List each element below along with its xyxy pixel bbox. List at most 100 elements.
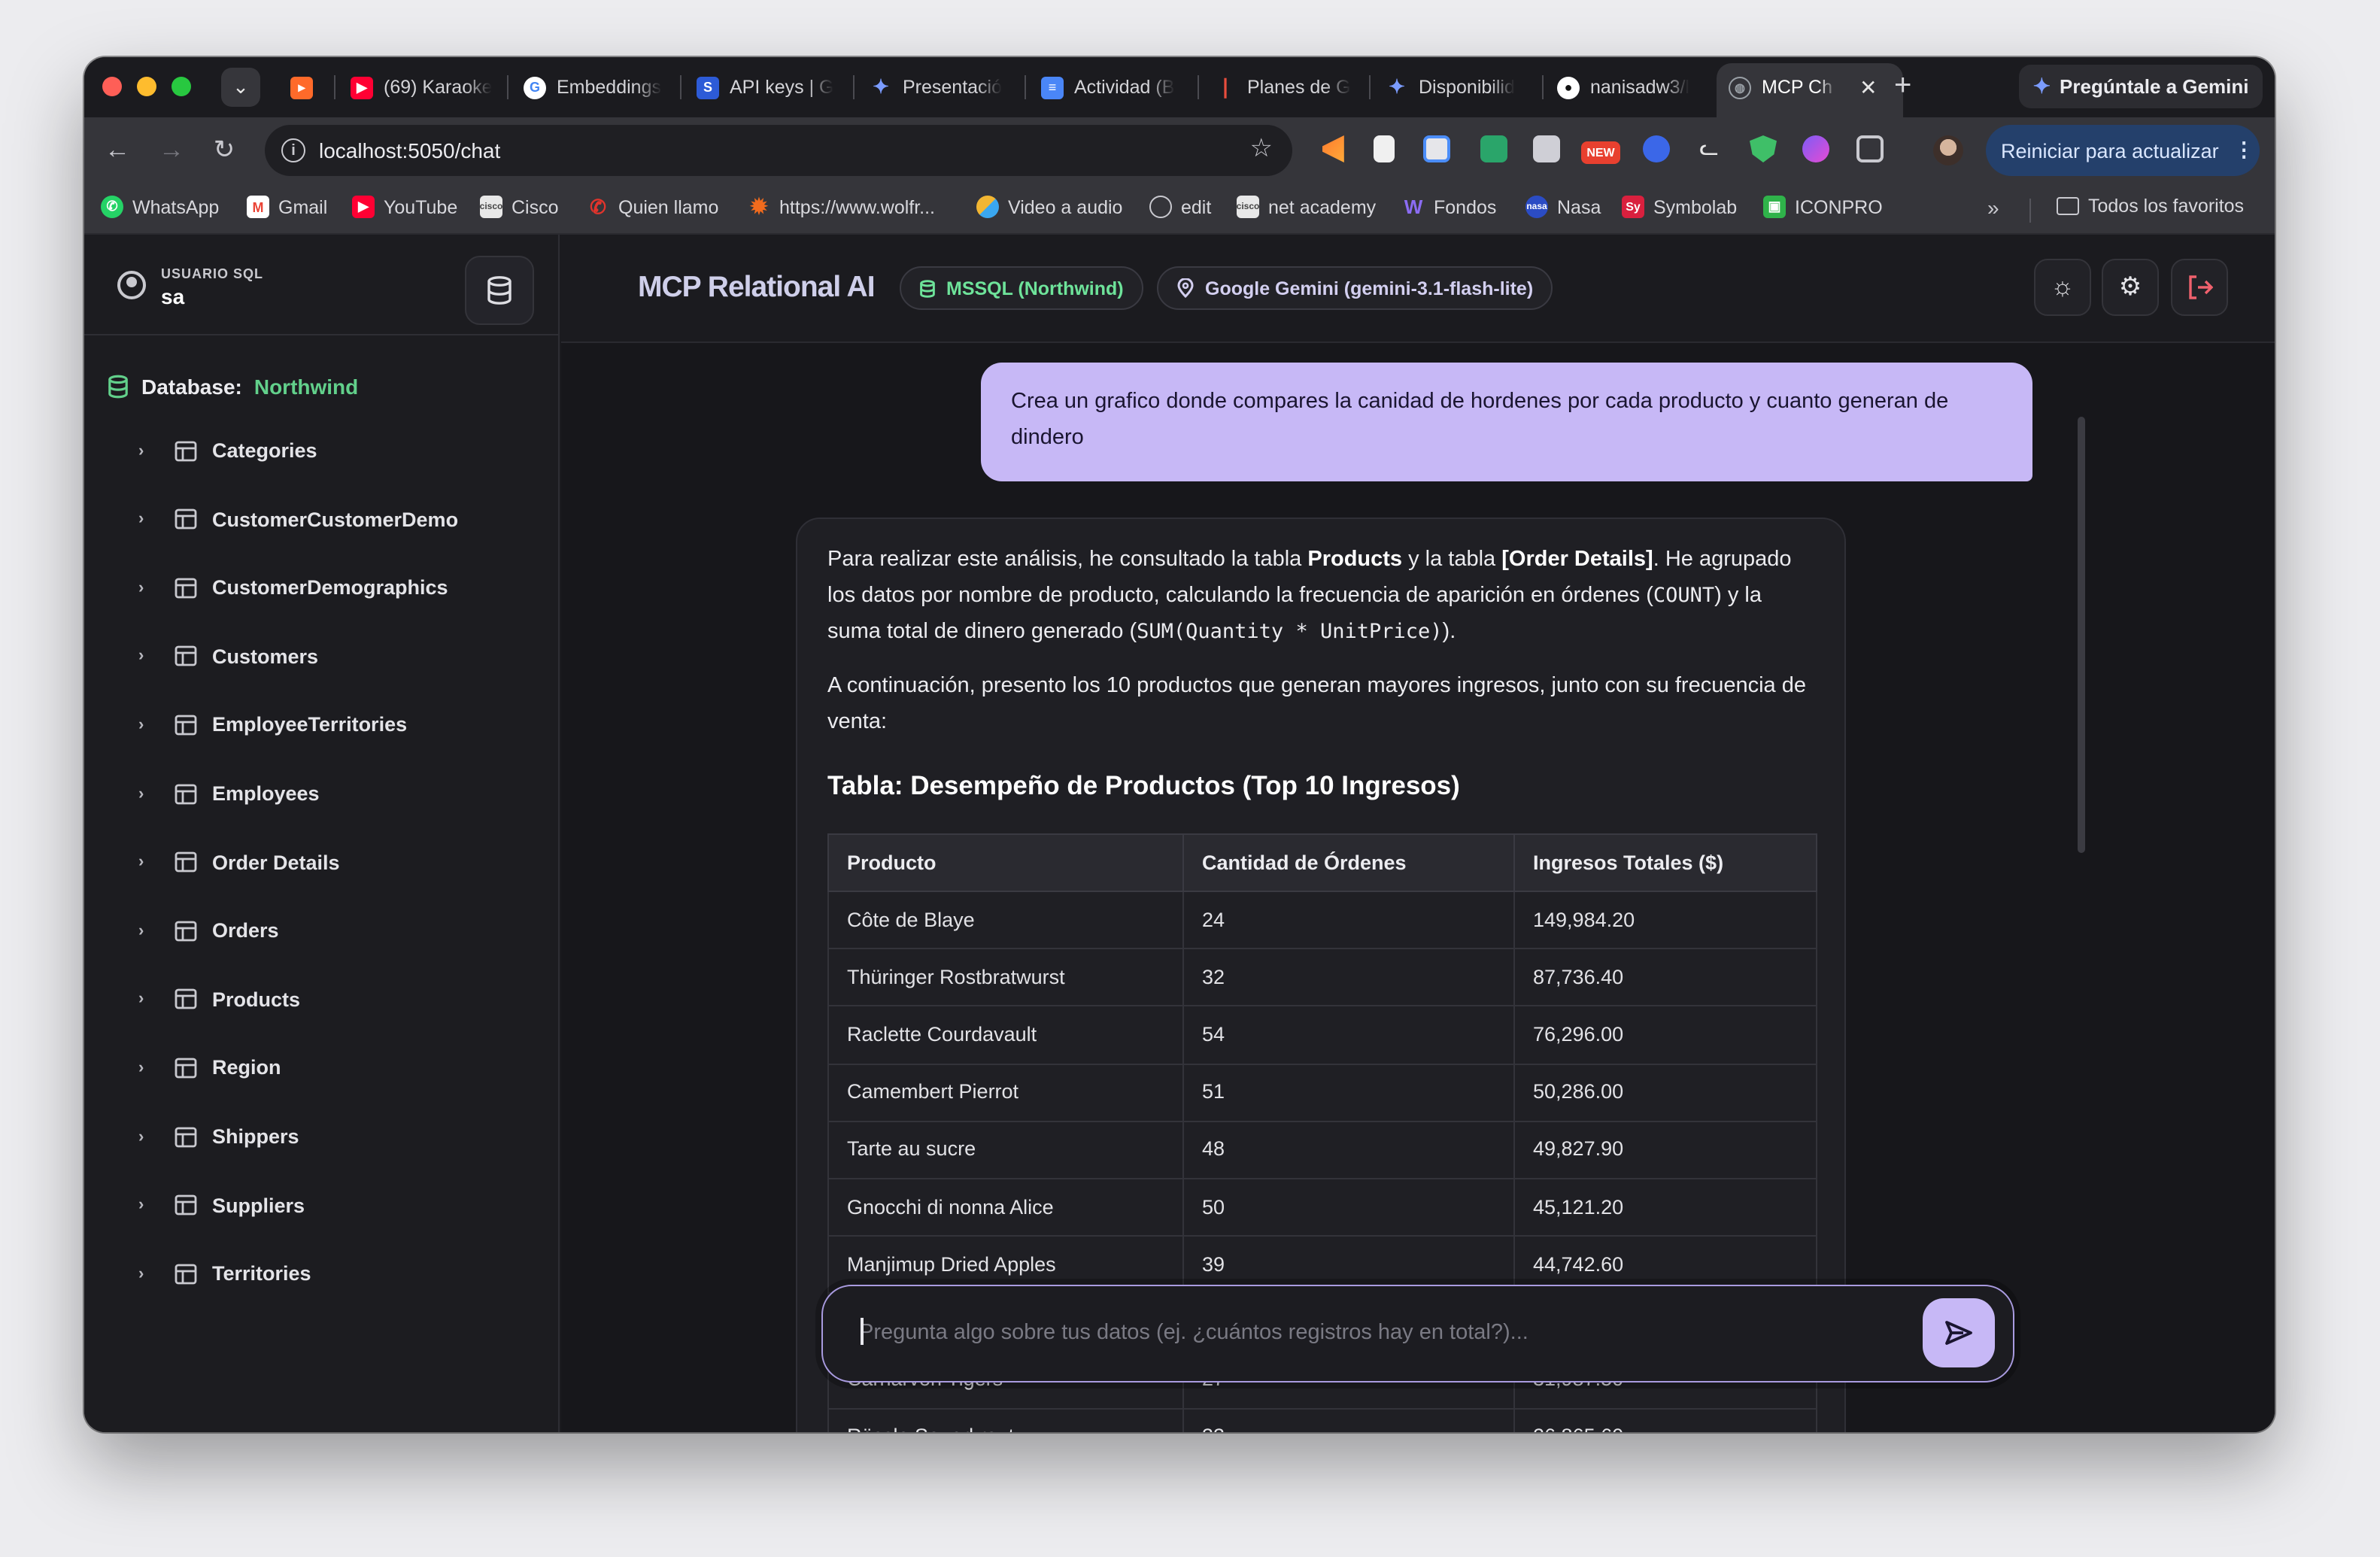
table-row: Camembert Pierrot 51 50,286.00	[827, 1063, 1817, 1122]
extension-doc-icon[interactable]	[1374, 135, 1395, 162]
theme-toggle-button[interactable]: ☼	[2034, 259, 2091, 316]
table-item[interactable]: › Suppliers	[138, 1194, 305, 1216]
table-item[interactable]: › Orders	[138, 919, 279, 942]
chat-input[interactable]	[859, 1313, 1897, 1352]
bookmark-star-icon[interactable]: ☆	[1250, 134, 1273, 164]
table-item[interactable]: › Region	[138, 1057, 281, 1079]
database-toggle-button[interactable]	[465, 256, 534, 325]
bookmark-net-academy[interactable]: cisco net academy	[1237, 196, 1376, 218]
table-item[interactable]: › Shippers	[138, 1125, 299, 1148]
table-item[interactable]: › Products	[138, 988, 300, 1011]
bookmark-wolfram[interactable]: ✹ https://www.wolfr...	[748, 194, 935, 218]
chevron-right-icon[interactable]: ›	[138, 1059, 153, 1077]
send-button[interactable]	[1923, 1298, 1995, 1367]
chevron-right-icon[interactable]: ›	[138, 785, 153, 803]
chevron-right-icon[interactable]: ›	[138, 716, 153, 734]
bookmark-whatsapp[interactable]: ✆ WhatsApp	[101, 196, 219, 218]
tab-9-active[interactable]: ◍ MCP Ch ✕	[1729, 69, 1894, 105]
close-window-button[interactable]	[102, 77, 122, 96]
logout-button[interactable]	[2171, 259, 2228, 316]
user-message-bubble: Crea un grafico donde compares la canida…	[981, 363, 2032, 481]
table-icon	[175, 1194, 197, 1216]
ai-extension-icon[interactable]	[1802, 135, 1829, 162]
table-item[interactable]: › Territories	[138, 1262, 311, 1285]
bookmark-video-a-audio[interactable]: Video a audio	[976, 196, 1122, 218]
chevron-right-icon[interactable]: ›	[138, 1196, 153, 1214]
chevron-right-icon[interactable]: ›	[138, 578, 153, 596]
bookmark-gmail[interactable]: M Gmail	[247, 196, 327, 218]
shield-extension-icon[interactable]	[1750, 135, 1777, 162]
nasa-icon: nasa	[1525, 196, 1548, 218]
forward-arrow-icon[interactable]: →	[155, 134, 188, 167]
all-bookmarks-folder[interactable]: Todos los favoritos	[2057, 196, 2244, 217]
tab-8[interactable]: ● nanisadw3/l	[1557, 69, 1702, 105]
db-connection-pill[interactable]: MSSQL (Northwind)	[900, 266, 1143, 310]
tab-3[interactable]: S API keys | G	[697, 69, 841, 105]
url-text[interactable]: localhost:5050/chat	[319, 138, 500, 162]
translate-extension-icon[interactable]	[1423, 135, 1450, 162]
table-item[interactable]: › Categories	[138, 439, 317, 462]
mail-extension-icon[interactable]	[1480, 135, 1507, 162]
database-heading: Database: Northwind	[107, 375, 358, 399]
bookmark-symbolab[interactable]: Sy Symbolab	[1622, 196, 1737, 218]
cell-cantidad: 48	[1182, 1120, 1515, 1179]
tab-2[interactable]: G Embeddings	[524, 69, 674, 105]
restart-update-button[interactable]: Reiniciar para actualizar ⋮	[1986, 125, 2260, 176]
chevron-right-icon[interactable]: ›	[138, 1264, 153, 1282]
chat-scrollbar[interactable]	[2078, 417, 2085, 853]
bookmarks-bar: ✆ WhatsApp M Gmail ▶ YouTube cisco Cisco ✆ Qu…	[84, 184, 2275, 235]
new-badge-extension-icon[interactable]: NEW	[1581, 141, 1620, 164]
bookmark-youtube[interactable]: ▶ YouTube	[352, 196, 457, 218]
window-extension-icon[interactable]	[1533, 135, 1560, 162]
new-tab-button[interactable]: +	[1894, 68, 1911, 104]
tab-search-chevron-icon[interactable]: ⌄	[221, 68, 260, 107]
ai-model-pill[interactable]: Google Gemini (gemini-3.1-flash-lite)	[1157, 266, 1553, 310]
table-item[interactable]: › EmployeeTerritories	[138, 714, 407, 736]
tab-4[interactable]: ✦ Presentació	[870, 69, 1014, 105]
iconpro-icon: ▣	[1763, 196, 1786, 218]
tab-6[interactable]: ❘ Planes de G	[1214, 69, 1358, 105]
table-item[interactable]: › Customers	[138, 645, 318, 668]
puzzle-extensions-icon[interactable]	[1856, 135, 1884, 162]
tab-1[interactable]: ▶ (69) Karaoke	[351, 69, 495, 105]
table-item[interactable]: › CustomerDemographics	[138, 576, 448, 599]
chevron-right-icon[interactable]: ›	[138, 1128, 153, 1146]
chevron-right-icon[interactable]: ›	[138, 648, 153, 666]
profile-avatar[interactable]	[1933, 135, 1963, 165]
close-tab-icon[interactable]: ✕	[1859, 74, 1877, 100]
chevron-right-icon[interactable]: ›	[138, 921, 153, 939]
chat-area[interactable]: Crea un grafico donde compares la canida…	[561, 344, 2275, 1432]
maximize-window-button[interactable]	[172, 77, 191, 96]
reload-icon[interactable]: ↻	[208, 134, 241, 167]
back-arrow-icon[interactable]: ←	[101, 134, 134, 167]
cat-extension-icon[interactable]: ᓚ	[1695, 135, 1723, 162]
chat-extension-icon[interactable]	[1643, 135, 1670, 162]
bookmark-cisco[interactable]: cisco Cisco	[480, 196, 559, 218]
chevron-right-icon[interactable]: ›	[138, 510, 153, 528]
bookmark-nasa[interactable]: nasa Nasa	[1525, 196, 1601, 218]
bookmark-quien-llamo[interactable]: ✆ Quien llamo	[587, 195, 718, 218]
chevron-right-icon[interactable]: ›	[138, 442, 153, 460]
more-bookmarks-chevron-icon[interactable]: »	[1987, 196, 1999, 220]
fondos-icon: W	[1404, 196, 1423, 218]
minimize-window-button[interactable]	[137, 77, 156, 96]
table-item[interactable]: › Order Details	[138, 851, 340, 873]
tab-7[interactable]: ✦ Disponibilid	[1386, 69, 1530, 105]
table-item[interactable]: › CustomerCustomerDemo	[138, 508, 458, 530]
table-item[interactable]: › Employees	[138, 782, 320, 805]
bookmark-iconpro[interactable]: ▣ ICONPRO	[1763, 196, 1883, 218]
ask-gemini-button[interactable]: ✦ Pregúntale a Gemini	[2019, 65, 2263, 108]
shapes-icon	[976, 196, 999, 218]
tab-5[interactable]: ≡ Actividad (B	[1041, 69, 1185, 105]
address-bar[interactable]: i localhost:5050/chat ☆	[265, 125, 1292, 176]
site-info-icon[interactable]: i	[281, 138, 305, 162]
megaphone-extension-icon[interactable]	[1322, 135, 1344, 162]
chevron-right-icon[interactable]: ›	[138, 853, 153, 871]
table-item-label: Employees	[212, 782, 320, 805]
sun-icon: ☼	[2051, 272, 2075, 301]
bookmark-fondos[interactable]: W Fondos	[1402, 196, 1497, 218]
bookmark-edit[interactable]: edit	[1149, 196, 1211, 218]
chevron-right-icon[interactable]: ›	[138, 991, 153, 1009]
tab-0[interactable]: ▸	[290, 69, 323, 105]
settings-button[interactable]: ⚙	[2102, 259, 2159, 316]
